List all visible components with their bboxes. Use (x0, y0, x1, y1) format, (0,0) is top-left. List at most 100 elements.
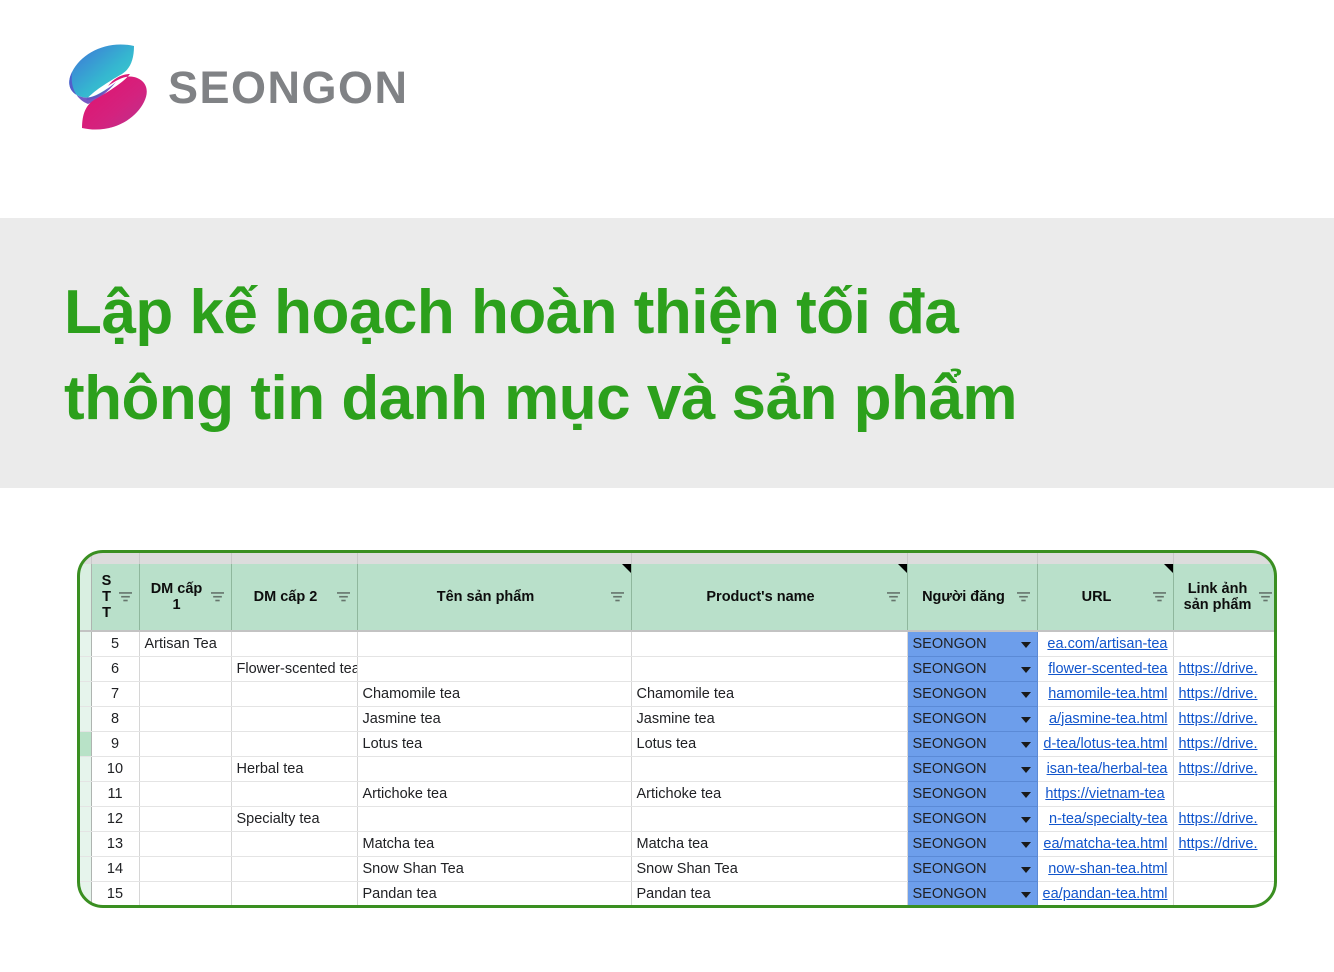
url-link[interactable]: now-shan-tea.html (1048, 861, 1167, 877)
url-link[interactable]: ea.com/artisan-tea (1047, 636, 1167, 652)
cell-ten-san-pham[interactable] (357, 656, 632, 682)
cell-dm1[interactable] (139, 831, 232, 857)
filter-icon[interactable] (1016, 591, 1030, 603)
cell-ten-san-pham[interactable]: Pandan tea (357, 881, 632, 907)
cell-nguoi-dang-dropdown[interactable]: SEONGON (907, 681, 1038, 707)
cell-stt[interactable]: 15 (91, 881, 140, 907)
column-header-nguoi[interactable]: Người đăng (907, 564, 1038, 632)
cell-dm1[interactable] (139, 681, 232, 707)
cell-link-anh-san-pham[interactable]: https://drive. (1173, 656, 1276, 682)
cell-url[interactable]: hamomile-tea.html (1037, 681, 1174, 707)
row-number[interactable]: 2 (78, 681, 92, 707)
url-link[interactable]: ea/pandan-tea.html (1043, 886, 1168, 902)
cell-product-name[interactable] (631, 806, 908, 832)
chevron-down-icon[interactable] (1020, 641, 1031, 648)
chevron-down-icon[interactable] (1020, 816, 1031, 823)
cell-product-name[interactable] (631, 631, 908, 657)
cell-dm2[interactable] (231, 831, 358, 857)
drive-link[interactable]: https://drive. (1179, 711, 1258, 727)
filter-icon[interactable] (1258, 591, 1272, 603)
row-number[interactable]: 8 (78, 831, 92, 857)
cell-stt[interactable]: 7 (91, 681, 140, 707)
cell-product-name[interactable]: Matcha tea (631, 831, 908, 857)
column-strip-cell[interactable] (139, 551, 232, 564)
cell-nguoi-dang-dropdown[interactable]: SEONGON (907, 806, 1038, 832)
row-number[interactable]: 5 (78, 756, 92, 782)
column-strip-cell[interactable] (1037, 551, 1174, 564)
chevron-down-icon[interactable] (1020, 791, 1031, 798)
cell-link-anh-san-pham[interactable] (1173, 631, 1276, 657)
cell-dm2[interactable] (231, 706, 358, 732)
cell-ten-san-pham[interactable]: Snow Shan Tea (357, 856, 632, 882)
drive-link[interactable]: https://drive. (1179, 811, 1258, 827)
cell-url[interactable]: isan-tea/herbal-tea (1037, 756, 1174, 782)
drive-link[interactable]: https://drive. (1179, 761, 1258, 777)
row-number[interactable]: 4 (78, 731, 92, 757)
table-row[interactable]: 16 Flower-scented tea SEONGON flower-scente… (78, 656, 1276, 682)
cell-stt[interactable]: 9 (91, 731, 140, 757)
column-header-link[interactable]: Link ảnh sản phẩm (1173, 564, 1276, 632)
drive-link[interactable]: https://drive. (1179, 661, 1258, 677)
cell-dm1[interactable] (139, 856, 232, 882)
cell-url[interactable]: ea/pandan-tea.html (1037, 881, 1174, 907)
cell-product-name[interactable]: Pandan tea (631, 881, 908, 907)
cell-nguoi-dang-dropdown[interactable]: SEONGON (907, 831, 1038, 857)
cell-product-name[interactable]: Jasmine tea (631, 706, 908, 732)
cell-dm1[interactable] (139, 781, 232, 807)
cell-link-anh-san-pham[interactable] (1173, 881, 1276, 907)
column-strip-cell[interactable] (357, 551, 632, 564)
cell-nguoi-dang-dropdown[interactable]: SEONGON (907, 731, 1038, 757)
column-header-dm2[interactable]: DM cấp 2 (231, 564, 358, 632)
cell-dm2[interactable]: Herbal tea (231, 756, 358, 782)
column-header-url[interactable]: URL (1037, 564, 1174, 632)
table-row[interactable]: 15 Pandan tea Pandan tea SEONGON ea/pandan-t… (78, 881, 1276, 907)
url-link[interactable]: isan-tea/herbal-tea (1047, 761, 1168, 777)
url-link[interactable]: https://vietnam-tea (1045, 786, 1164, 802)
chevron-down-icon[interactable] (1020, 691, 1031, 698)
row-number[interactable]: 3 (78, 706, 92, 732)
url-link[interactable]: a/jasmine-tea.html (1049, 711, 1167, 727)
filter-icon[interactable] (118, 591, 132, 603)
cell-nguoi-dang-dropdown[interactable]: SEONGON (907, 856, 1038, 882)
column-header-ten[interactable]: Tên sản phẩm (357, 564, 632, 632)
cell-dm1[interactable] (139, 656, 232, 682)
cell-stt[interactable]: 5 (91, 631, 140, 657)
row-number[interactable]: 1 (78, 656, 92, 682)
chevron-down-icon[interactable] (1020, 716, 1031, 723)
cell-product-name[interactable]: Snow Shan Tea (631, 856, 908, 882)
row-number[interactable]: 9 (78, 856, 92, 882)
cell-product-name[interactable] (631, 656, 908, 682)
cell-dm1[interactable] (139, 881, 232, 907)
url-link[interactable]: hamomile-tea.html (1048, 686, 1167, 702)
cell-dm2[interactable] (231, 781, 358, 807)
drive-link[interactable]: https://drive. (1179, 736, 1258, 752)
column-strip-cell[interactable] (231, 551, 358, 564)
cell-dm1[interactable] (139, 756, 232, 782)
cell-stt[interactable]: 8 (91, 706, 140, 732)
select-all-corner[interactable] (78, 564, 92, 632)
row-number[interactable]: 6 (78, 781, 92, 807)
table-row[interactable]: 813Matcha teaMatcha teaSEONGONea/matcha-… (78, 831, 1276, 857)
table-row[interactable]: 914Snow Shan TeaSnow Shan TeaSEONGONnow-… (78, 856, 1276, 882)
table-row[interactable]: 712 Specialty tea SEONGON n-tea/specialty-t… (78, 806, 1276, 832)
chevron-down-icon[interactable] (1020, 741, 1031, 748)
filter-icon[interactable] (336, 591, 350, 603)
cell-ten-san-pham[interactable]: Matcha tea (357, 831, 632, 857)
cell-stt[interactable]: 11 (91, 781, 140, 807)
column-strip-cell[interactable] (631, 551, 908, 564)
cell-dm2[interactable] (231, 881, 358, 907)
column-strip-cell[interactable] (91, 551, 140, 564)
cell-url[interactable]: d-tea/lotus-tea.html (1037, 731, 1174, 757)
cell-product-name[interactable]: Lotus tea (631, 731, 908, 757)
row-number[interactable] (78, 881, 92, 907)
cell-ten-san-pham[interactable]: Chamomile tea (357, 681, 632, 707)
cell-ten-san-pham[interactable] (357, 631, 632, 657)
url-link[interactable]: d-tea/lotus-tea.html (1043, 736, 1167, 752)
cell-dm2[interactable]: Specialty tea (231, 806, 358, 832)
cell-url[interactable]: now-shan-tea.html (1037, 856, 1174, 882)
cell-ten-san-pham[interactable]: Artichoke tea (357, 781, 632, 807)
cell-dm2[interactable] (231, 681, 358, 707)
cell-ten-san-pham[interactable]: Jasmine tea (357, 706, 632, 732)
url-link[interactable]: n-tea/specialty-tea (1049, 811, 1167, 827)
cell-url[interactable]: flower-scented-tea (1037, 656, 1174, 682)
